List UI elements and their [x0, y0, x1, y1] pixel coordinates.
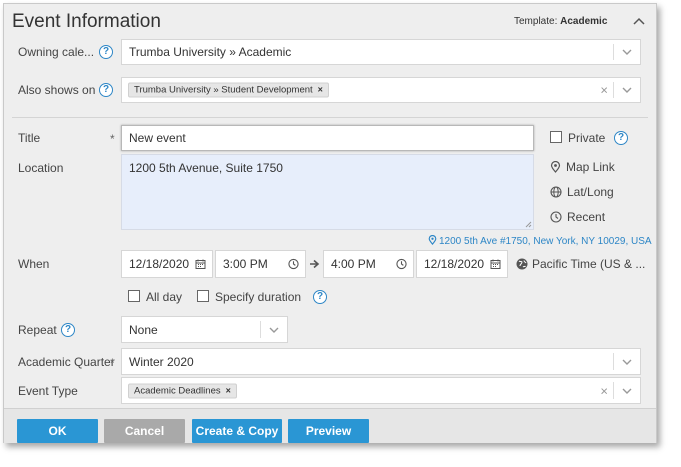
repeat-select[interactable]: None [121, 316, 288, 343]
when-label: When [18, 257, 50, 271]
repeat-value: None [129, 322, 158, 337]
start-date-value: 12/18/2020 [129, 257, 190, 271]
private-help-icon[interactable]: ? [614, 131, 628, 145]
resize-handle-icon[interactable] [525, 221, 532, 228]
latlong-label: Lat/Long [567, 185, 614, 199]
cancel-button[interactable]: Cancel [104, 419, 185, 443]
end-time-input[interactable]: 4:00 PM [323, 250, 414, 278]
start-date-input[interactable]: 12/18/2020 [121, 250, 213, 278]
also-shows-on-label: Also shows on [18, 83, 96, 97]
private-label: Private [568, 131, 606, 145]
timezone-selector[interactable]: Pacific Time (US & ... [516, 257, 645, 271]
location-textarea[interactable]: 1200 5th Avenue, Suite 1750 [121, 154, 534, 230]
private-checkbox[interactable]: Private [550, 131, 605, 145]
arrow-right-icon [310, 259, 320, 269]
academic-quarter-label: Academic Quarter [18, 355, 115, 369]
clock-icon [550, 211, 562, 223]
end-date-input[interactable]: 12/18/2020 [416, 250, 508, 278]
required-marker: * [110, 132, 115, 146]
specify-duration-checkbox[interactable]: Specify duration [197, 290, 301, 304]
all-day-checkbox[interactable]: All day [128, 290, 182, 304]
address-link-text: 1200 5th Ave #1750, New York, NY 10029, … [439, 236, 652, 247]
template-indicator: Template: Academic [514, 16, 607, 27]
remove-tag-icon[interactable]: × [226, 385, 231, 395]
timezone-value: Pacific Time (US & ... [532, 257, 646, 271]
dialog-footer: OK Cancel Create & Copy Preview [4, 408, 656, 443]
chevron-down-icon[interactable] [613, 382, 640, 399]
event-information-dialog: Event Information Template: Academic Own… [3, 3, 657, 443]
location-label: Location [18, 161, 64, 175]
create-copy-button[interactable]: Create & Copy [192, 419, 282, 443]
private-checkbox-box[interactable] [550, 131, 562, 143]
academic-quarter-select[interactable]: Winter 2020 [121, 348, 641, 375]
end-date-value: 12/18/2020 [424, 257, 485, 271]
map-pin-icon [550, 160, 561, 173]
title-label: Title [18, 131, 41, 145]
calendar-icon[interactable] [490, 259, 501, 270]
repeat-label: Repeat [18, 323, 57, 337]
preview-button[interactable]: Preview [288, 419, 369, 443]
clear-icon[interactable]: × [600, 383, 608, 398]
title-input[interactable]: New event [121, 125, 534, 151]
owning-calendar-value: Trumba University » Academic [129, 45, 292, 59]
chevron-down-icon[interactable] [613, 44, 640, 60]
event-type-tag: Academic Deadlines × [128, 383, 237, 398]
event-type-label: Event Type [18, 384, 78, 398]
all-day-checkbox-box[interactable] [128, 290, 140, 302]
dialog-title: Event Information [12, 11, 161, 32]
ok-button[interactable]: OK [17, 419, 98, 443]
event-type-tag-label: Academic Deadlines [134, 385, 221, 396]
recent-option[interactable]: Recent [550, 210, 605, 224]
template-label: Template: [514, 16, 558, 27]
repeat-help-icon[interactable]: ? [61, 323, 75, 337]
globe-icon [550, 186, 562, 198]
title-value: New event [129, 131, 186, 145]
required-marker: * [110, 356, 115, 370]
also-shows-on-select[interactable]: Trumba University » Student Development ×… [121, 77, 641, 103]
duration-help-icon[interactable]: ? [313, 290, 327, 304]
specify-duration-label: Specify duration [215, 290, 302, 304]
location-value: 1200 5th Avenue, Suite 1750 [129, 161, 283, 175]
globe-icon [516, 258, 528, 270]
calendar-tag: Trumba University » Student Development × [128, 82, 329, 98]
also-shows-on-help-icon[interactable]: ? [99, 83, 113, 97]
owning-calendar-select[interactable]: Trumba University » Academic [121, 39, 641, 65]
chevron-down-icon[interactable] [260, 321, 287, 338]
collapse-chevron-icon[interactable] [632, 14, 646, 28]
clock-icon[interactable] [288, 258, 299, 270]
remove-tag-icon[interactable]: × [318, 85, 323, 95]
calendar-icon[interactable] [195, 259, 206, 270]
chevron-down-icon[interactable] [613, 353, 640, 370]
map-link-label: Map Link [566, 160, 615, 174]
clear-icon[interactable]: × [600, 83, 608, 98]
recent-label: Recent [567, 210, 606, 224]
academic-quarter-value: Winter 2020 [129, 354, 194, 369]
clock-icon[interactable] [396, 258, 407, 270]
owning-calendar-help-icon[interactable]: ? [99, 45, 113, 59]
chevron-down-icon[interactable] [613, 82, 640, 98]
address-link[interactable]: 1200 5th Ave #1750, New York, NY 10029, … [428, 235, 652, 247]
event-type-select[interactable]: Academic Deadlines × × [121, 377, 641, 404]
start-time-value: 3:00 PM [223, 257, 268, 271]
start-time-input[interactable]: 3:00 PM [215, 250, 306, 278]
calendar-tag-label: Trumba University » Student Development [134, 84, 313, 96]
map-pin-icon [428, 235, 437, 245]
specify-duration-checkbox-box[interactable] [197, 290, 209, 302]
map-link-option[interactable]: Map Link [550, 160, 615, 174]
owning-calendar-label: Owning cale... [18, 45, 95, 59]
all-day-label: All day [146, 290, 183, 304]
section-divider [12, 117, 648, 118]
end-time-value: 4:00 PM [331, 257, 376, 271]
template-value: Academic [560, 16, 608, 27]
latlong-option[interactable]: Lat/Long [550, 185, 614, 199]
